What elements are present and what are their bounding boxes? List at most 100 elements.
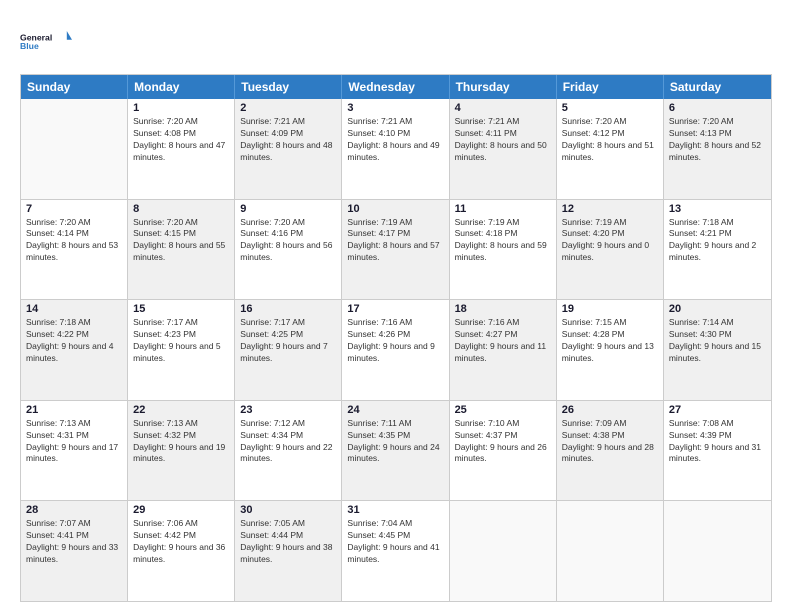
day-number: 9 (240, 203, 336, 215)
day-number: 27 (669, 404, 766, 416)
page: General Blue SundayMondayTuesdayWednesda… (0, 0, 792, 612)
header-cell-wednesday: Wednesday (342, 75, 449, 99)
cell-info: Sunrise: 7:19 AM Sunset: 4:20 PM Dayligh… (562, 217, 658, 265)
day-number: 22 (133, 404, 229, 416)
day-number: 13 (669, 203, 766, 215)
day-number: 19 (562, 303, 658, 315)
calendar-body: 1 Sunrise: 7:20 AM Sunset: 4:08 PM Daylig… (21, 99, 771, 601)
calendar-cell: 15 Sunrise: 7:17 AM Sunset: 4:23 PM Dayli… (128, 300, 235, 400)
calendar-cell (21, 99, 128, 199)
calendar: SundayMondayTuesdayWednesdayThursdayFrid… (20, 74, 772, 602)
calendar-cell: 13 Sunrise: 7:18 AM Sunset: 4:21 PM Dayli… (664, 200, 771, 300)
day-number: 2 (240, 102, 336, 114)
day-number: 24 (347, 404, 443, 416)
cell-info: Sunrise: 7:20 AM Sunset: 4:16 PM Dayligh… (240, 217, 336, 265)
calendar-cell: 27 Sunrise: 7:08 AM Sunset: 4:39 PM Dayli… (664, 401, 771, 501)
calendar-cell: 7Sunrise: 7:20 AM Sunset: 4:14 PM Daylig… (21, 200, 128, 300)
calendar-cell: 14 Sunrise: 7:18 AM Sunset: 4:22 PM Dayli… (21, 300, 128, 400)
cell-info: Sunrise: 7:19 AM Sunset: 4:18 PM Dayligh… (455, 217, 551, 265)
calendar-cell: 19Sunrise: 7:15 AM Sunset: 4:28 PM Dayli… (557, 300, 664, 400)
cell-info: Sunrise: 7:04 AM Sunset: 4:45 PM Dayligh… (347, 518, 443, 566)
day-number: 17 (347, 303, 443, 315)
cell-info: Sunrise: 7:16 AM Sunset: 4:27 PM Dayligh… (455, 317, 551, 365)
calendar-cell: 4 Sunrise: 7:21 AM Sunset: 4:11 PM Daylig… (450, 99, 557, 199)
cell-info: Sunrise: 7:11 AM Sunset: 4:35 PM Dayligh… (347, 418, 443, 466)
calendar-cell: 2 Sunrise: 7:21 AM Sunset: 4:09 PM Daylig… (235, 99, 342, 199)
cell-info: Sunrise: 7:08 AM Sunset: 4:39 PM Dayligh… (669, 418, 766, 466)
day-number: 7 (26, 203, 122, 215)
calendar-cell: 25 Sunrise: 7:10 AM Sunset: 4:37 PM Dayli… (450, 401, 557, 501)
day-number: 14 (26, 303, 122, 315)
day-number: 12 (562, 203, 658, 215)
calendar-header: SundayMondayTuesdayWednesdayThursdayFrid… (21, 75, 771, 99)
day-number: 26 (562, 404, 658, 416)
cell-info: Sunrise: 7:05 AM Sunset: 4:44 PM Dayligh… (240, 518, 336, 566)
logo-svg: General Blue (20, 18, 72, 64)
day-number: 18 (455, 303, 551, 315)
calendar-cell (664, 501, 771, 601)
calendar-cell: 31 Sunrise: 7:04 AM Sunset: 4:45 PM Dayli… (342, 501, 449, 601)
calendar-cell (450, 501, 557, 601)
day-number: 8 (133, 203, 229, 215)
day-number: 21 (26, 404, 122, 416)
cell-info: Sunrise: 7:12 AM Sunset: 4:34 PM Dayligh… (240, 418, 336, 466)
cell-info: Sunrise: 7:21 AM Sunset: 4:09 PM Dayligh… (240, 116, 336, 164)
calendar-cell: 3Sunrise: 7:21 AM Sunset: 4:10 PM Daylig… (342, 99, 449, 199)
calendar-cell: 8 Sunrise: 7:20 AM Sunset: 4:15 PM Daylig… (128, 200, 235, 300)
day-number: 6 (669, 102, 766, 114)
cell-info: Sunrise: 7:16 AM Sunset: 4:26 PM Dayligh… (347, 317, 443, 365)
cell-info: Sunrise: 7:17 AM Sunset: 4:25 PM Dayligh… (240, 317, 336, 365)
calendar-cell: 1 Sunrise: 7:20 AM Sunset: 4:08 PM Daylig… (128, 99, 235, 199)
calendar-row: 7Sunrise: 7:20 AM Sunset: 4:14 PM Daylig… (21, 199, 771, 300)
cell-info: Sunrise: 7:14 AM Sunset: 4:30 PM Dayligh… (669, 317, 766, 365)
day-number: 29 (133, 504, 229, 516)
cell-info: Sunrise: 7:20 AM Sunset: 4:08 PM Dayligh… (133, 116, 229, 164)
day-number: 1 (133, 102, 229, 114)
cell-info: Sunrise: 7:13 AM Sunset: 4:32 PM Dayligh… (133, 418, 229, 466)
cell-info: Sunrise: 7:17 AM Sunset: 4:23 PM Dayligh… (133, 317, 229, 365)
cell-info: Sunrise: 7:20 AM Sunset: 4:15 PM Dayligh… (133, 217, 229, 265)
calendar-cell: 5Sunrise: 7:20 AM Sunset: 4:12 PM Daylig… (557, 99, 664, 199)
cell-info: Sunrise: 7:21 AM Sunset: 4:11 PM Dayligh… (455, 116, 551, 164)
day-number: 25 (455, 404, 551, 416)
cell-info: Sunrise: 7:18 AM Sunset: 4:21 PM Dayligh… (669, 217, 766, 265)
calendar-row: 1 Sunrise: 7:20 AM Sunset: 4:08 PM Daylig… (21, 99, 771, 199)
cell-info: Sunrise: 7:10 AM Sunset: 4:37 PM Dayligh… (455, 418, 551, 466)
logo-container: General Blue (20, 18, 72, 64)
logo: General Blue (20, 18, 72, 64)
day-number: 31 (347, 504, 443, 516)
calendar-cell: 28Sunrise: 7:07 AM Sunset: 4:41 PM Dayli… (21, 501, 128, 601)
cell-info: Sunrise: 7:19 AM Sunset: 4:17 PM Dayligh… (347, 217, 443, 265)
calendar-cell: 26Sunrise: 7:09 AM Sunset: 4:38 PM Dayli… (557, 401, 664, 501)
calendar-cell: 23 Sunrise: 7:12 AM Sunset: 4:34 PM Dayli… (235, 401, 342, 501)
calendar-cell (557, 501, 664, 601)
header-cell-sunday: Sunday (21, 75, 128, 99)
calendar-cell: 9 Sunrise: 7:20 AM Sunset: 4:16 PM Daylig… (235, 200, 342, 300)
header: General Blue (20, 18, 772, 64)
header-cell-friday: Friday (557, 75, 664, 99)
calendar-cell: 22 Sunrise: 7:13 AM Sunset: 4:32 PM Dayli… (128, 401, 235, 501)
day-number: 28 (26, 504, 122, 516)
calendar-cell: 12 Sunrise: 7:19 AM Sunset: 4:20 PM Dayli… (557, 200, 664, 300)
day-number: 4 (455, 102, 551, 114)
calendar-cell: 10Sunrise: 7:19 AM Sunset: 4:17 PM Dayli… (342, 200, 449, 300)
calendar-cell: 18 Sunrise: 7:16 AM Sunset: 4:27 PM Dayli… (450, 300, 557, 400)
header-cell-saturday: Saturday (664, 75, 771, 99)
day-number: 15 (133, 303, 229, 315)
calendar-row: 21 Sunrise: 7:13 AM Sunset: 4:31 PM Dayli… (21, 400, 771, 501)
header-cell-monday: Monday (128, 75, 235, 99)
day-number: 23 (240, 404, 336, 416)
cell-info: Sunrise: 7:06 AM Sunset: 4:42 PM Dayligh… (133, 518, 229, 566)
cell-info: Sunrise: 7:13 AM Sunset: 4:31 PM Dayligh… (26, 418, 122, 466)
header-cell-tuesday: Tuesday (235, 75, 342, 99)
day-number: 11 (455, 203, 551, 215)
calendar-cell: 29 Sunrise: 7:06 AM Sunset: 4:42 PM Dayli… (128, 501, 235, 601)
cell-info: Sunrise: 7:20 AM Sunset: 4:12 PM Dayligh… (562, 116, 658, 164)
calendar-cell: 17 Sunrise: 7:16 AM Sunset: 4:26 PM Dayli… (342, 300, 449, 400)
cell-info: Sunrise: 7:21 AM Sunset: 4:10 PM Dayligh… (347, 116, 443, 164)
cell-info: Sunrise: 7:20 AM Sunset: 4:13 PM Dayligh… (669, 116, 766, 164)
day-number: 16 (240, 303, 336, 315)
calendar-row: 28Sunrise: 7:07 AM Sunset: 4:41 PM Dayli… (21, 500, 771, 601)
cell-info: Sunrise: 7:18 AM Sunset: 4:22 PM Dayligh… (26, 317, 122, 365)
calendar-cell: 20Sunrise: 7:14 AM Sunset: 4:30 PM Dayli… (664, 300, 771, 400)
